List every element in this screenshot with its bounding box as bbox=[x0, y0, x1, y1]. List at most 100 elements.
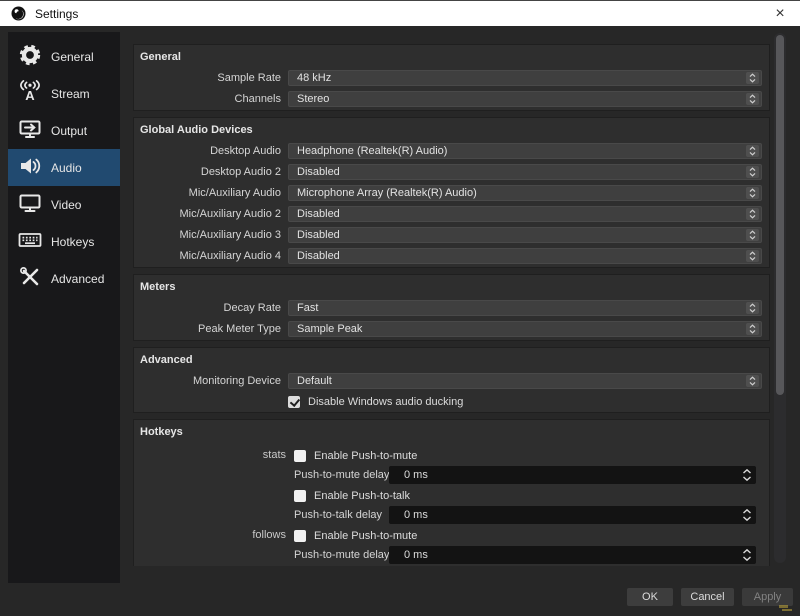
svg-text:A: A bbox=[25, 88, 35, 103]
desktop-audio-select[interactable]: Headphone (Realtek(R) Audio) bbox=[288, 143, 762, 159]
watermark bbox=[779, 605, 795, 613]
spin-value: 0 ms bbox=[404, 469, 428, 481]
combo-spinner-icon[interactable] bbox=[749, 303, 756, 313]
checkbox-row: Disable Windows audio ducking bbox=[288, 395, 762, 409]
ok-button[interactable]: OK bbox=[627, 588, 673, 606]
selected-value: Microphone Array (Realtek(R) Audio) bbox=[297, 187, 746, 199]
field-label: Sample Rate bbox=[140, 72, 281, 84]
channels-select[interactable]: Stereo bbox=[288, 91, 762, 107]
gear-icon bbox=[18, 43, 42, 70]
mic-auxiliary-audio-2-select[interactable]: Disabled bbox=[288, 206, 762, 222]
broadcast-icon: A bbox=[18, 80, 42, 107]
form-row: Mic/Auxiliary Audio 3 Disabled bbox=[140, 227, 762, 243]
sidebar-item-hotkeys[interactable]: Hotkeys bbox=[8, 223, 120, 260]
spin-arrows-icon[interactable] bbox=[742, 468, 752, 482]
tools-icon bbox=[18, 265, 42, 292]
hotkey-source-label: follows bbox=[140, 529, 286, 541]
decay-rate-select[interactable]: Fast bbox=[288, 300, 762, 316]
enable-push-to-talk-checkbox[interactable] bbox=[294, 490, 306, 502]
field-label: Mic/Auxiliary Audio 3 bbox=[140, 229, 281, 241]
field-label: Push-to-mute delay bbox=[294, 549, 389, 561]
keyboard-icon bbox=[18, 228, 42, 255]
vertical-scrollbar[interactable] bbox=[774, 33, 786, 563]
checkbox-label: Disable Windows audio ducking bbox=[308, 396, 463, 408]
section-title: Meters bbox=[140, 279, 762, 295]
desktop-audio-2-select[interactable]: Disabled bbox=[288, 164, 762, 180]
hotkey-checkbox-row: Enable Push-to-mute bbox=[294, 448, 756, 464]
peak-meter-type-select[interactable]: Sample Peak bbox=[288, 321, 762, 337]
hotkey-source-label: stats bbox=[140, 449, 286, 461]
combo-spinner-icon[interactable] bbox=[749, 209, 756, 219]
spin-arrows-icon[interactable] bbox=[742, 548, 752, 562]
combo-spinner-icon[interactable] bbox=[749, 324, 756, 334]
settings-window: Settings × General A Stream Output Audio Vide… bbox=[0, 0, 800, 616]
combo-spinner-icon[interactable] bbox=[749, 94, 756, 104]
combo-spinner-icon[interactable] bbox=[749, 188, 756, 198]
form-row: Channels Stereo bbox=[140, 91, 762, 107]
push-to-mute-delay-input[interactable]: 0 ms bbox=[389, 466, 756, 484]
sidebar-item-general[interactable]: General bbox=[8, 38, 120, 75]
enable-push-to-mute-checkbox[interactable] bbox=[294, 530, 306, 542]
sidebar-item-label: Video bbox=[51, 198, 81, 212]
monitoring-device-select[interactable]: Default bbox=[288, 373, 762, 389]
window-title: Settings bbox=[35, 7, 78, 21]
push-to-talk-delay-input[interactable]: 0 ms bbox=[389, 506, 756, 524]
sidebar-item-audio[interactable]: Audio bbox=[8, 149, 120, 186]
form-row: Decay Rate Fast bbox=[140, 300, 762, 316]
settings-sidebar: General A Stream Output Audio Video Hotkeys Adv… bbox=[8, 32, 120, 583]
selected-value: Disabled bbox=[297, 229, 746, 241]
monitor-icon bbox=[18, 191, 42, 218]
field-label: Channels bbox=[140, 93, 281, 105]
selected-value: Disabled bbox=[297, 250, 746, 262]
sidebar-item-label: Output bbox=[51, 124, 87, 138]
hotkey-spin-row: Push-to-mute delay 0 ms bbox=[294, 546, 756, 564]
sidebar-item-label: Stream bbox=[51, 87, 90, 101]
field-label: Desktop Audio 2 bbox=[140, 166, 281, 178]
sidebar-item-label: Hotkeys bbox=[51, 235, 94, 249]
groupbox-meters: Meters Decay Rate Fast Peak Meter Type S… bbox=[133, 274, 770, 341]
sidebar-item-stream[interactable]: A Stream bbox=[8, 75, 120, 112]
apply-button[interactable]: Apply bbox=[742, 588, 793, 606]
mic-auxiliary-audio-4-select[interactable]: Disabled bbox=[288, 248, 762, 264]
combo-spinner-icon[interactable] bbox=[749, 376, 756, 386]
spin-value: 0 ms bbox=[404, 509, 428, 521]
combo-spinner-icon[interactable] bbox=[749, 73, 756, 83]
mic-auxiliary-audio-3-select[interactable]: Disabled bbox=[288, 227, 762, 243]
selected-value: Default bbox=[297, 375, 746, 387]
combo-spinner-icon[interactable] bbox=[749, 251, 756, 261]
field-label: Push-to-mute delay bbox=[294, 469, 389, 481]
mic-auxiliary-audio-select[interactable]: Microphone Array (Realtek(R) Audio) bbox=[288, 185, 762, 201]
close-icon[interactable]: × bbox=[766, 1, 794, 27]
form-row: Mic/Auxiliary Audio 4 Disabled bbox=[140, 248, 762, 264]
obs-logo-icon bbox=[11, 6, 26, 21]
disable-windows-audio-ducking-checkbox[interactable] bbox=[288, 396, 300, 408]
field-label: Push-to-talk delay bbox=[294, 509, 389, 521]
sidebar-item-output[interactable]: Output bbox=[8, 112, 120, 149]
sidebar-item-advanced[interactable]: Advanced bbox=[8, 260, 120, 297]
push-to-mute-delay-input[interactable]: 0 ms bbox=[389, 546, 756, 564]
sample-rate-select[interactable]: 48 kHz bbox=[288, 70, 762, 86]
cancel-button[interactable]: Cancel bbox=[681, 588, 734, 606]
form-row: Monitoring Device Default bbox=[140, 373, 762, 389]
form-row: Peak Meter Type Sample Peak bbox=[140, 321, 762, 337]
combo-spinner-icon[interactable] bbox=[749, 146, 756, 156]
enable-push-to-mute-checkbox[interactable] bbox=[294, 450, 306, 462]
combo-spinner-icon[interactable] bbox=[749, 230, 756, 240]
titlebar: Settings × bbox=[0, 0, 800, 26]
section-title: Advanced bbox=[140, 352, 762, 368]
settings-scroll-area: General Sample Rate 48 kHz Channels Ster… bbox=[125, 32, 790, 566]
field-label: Mic/Auxiliary Audio bbox=[140, 187, 281, 199]
section-title: Hotkeys bbox=[140, 424, 762, 440]
combo-spinner-icon[interactable] bbox=[749, 167, 756, 177]
spin-arrows-icon[interactable] bbox=[742, 508, 752, 522]
form-row: Mic/Auxiliary Audio Microphone Array (Re… bbox=[140, 185, 762, 201]
scrollbar-thumb[interactable] bbox=[776, 35, 784, 395]
hotkey-group-stats: stats Enable Push-to-mute Push-to-mute de… bbox=[140, 448, 762, 524]
sidebar-item-video[interactable]: Video bbox=[8, 186, 120, 223]
field-label: Mic/Auxiliary Audio 2 bbox=[140, 208, 281, 220]
groupbox-global-audio-devices: Global Audio Devices Desktop Audio Headp… bbox=[133, 117, 770, 268]
groupbox-hotkeys: Hotkeys stats Enable Push-to-mute Push-to… bbox=[133, 419, 770, 566]
selected-value: Headphone (Realtek(R) Audio) bbox=[297, 145, 746, 157]
selected-value: Stereo bbox=[297, 93, 746, 105]
selected-value: Sample Peak bbox=[297, 323, 746, 335]
